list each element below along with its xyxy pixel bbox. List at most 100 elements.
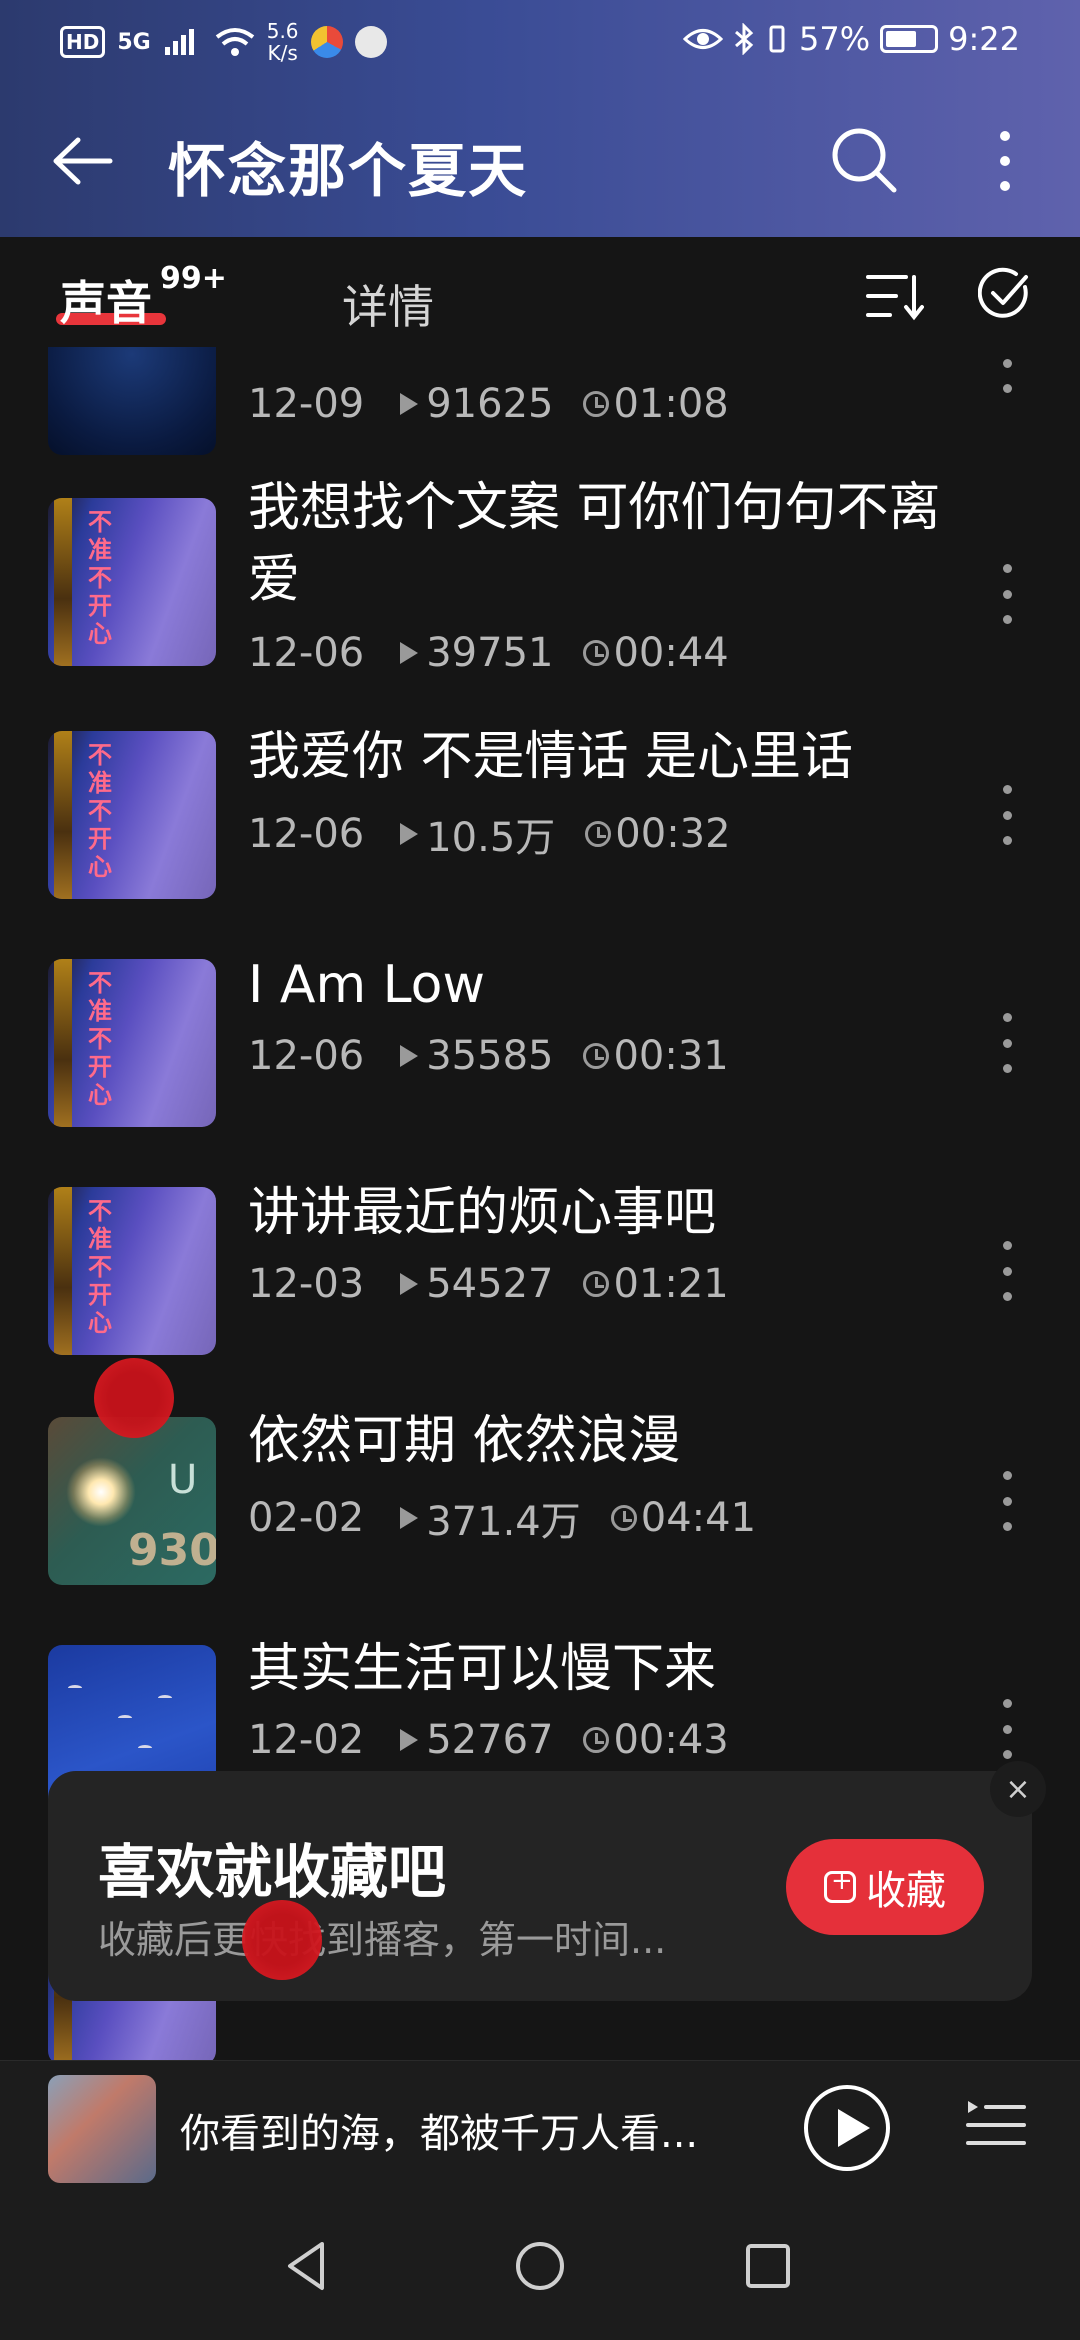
episode-duration: 00:44	[613, 630, 729, 676]
playlist-icon[interactable]	[966, 2095, 1026, 2155]
duration-icon	[583, 1727, 610, 1753]
episode-plays: 52767	[426, 1717, 554, 1763]
episode-meta: 12-06 10.5万 00:32	[248, 805, 731, 863]
page-title: 怀念那个夏天	[168, 137, 529, 205]
episode-meta: 12-03 54527 01:21	[248, 1261, 729, 1307]
list-item[interactable]: 12-09 91625 01:08	[0, 347, 1080, 457]
item-more-icon[interactable]	[996, 1699, 1018, 1759]
episode-cover: U 930	[48, 1417, 216, 1585]
promo-subtitle: 收藏后更快找到播客，第一时间...	[98, 1918, 667, 1962]
favorite-add-icon	[824, 1866, 856, 1903]
favorite-button-label: 收藏	[866, 1868, 946, 1914]
hd-indicator: HD	[60, 26, 106, 58]
episode-cover: 不准不开心	[48, 959, 216, 1127]
back-arrow-icon[interactable]	[48, 126, 118, 196]
episode-meta: 12-06 35585 00:31	[248, 1033, 729, 1079]
item-more-icon[interactable]	[996, 564, 1018, 624]
ball-app-icon	[354, 26, 387, 58]
episode-date: 12-03	[248, 1261, 365, 1307]
now-playing-title: 你看到的海，都被千万人看...	[180, 2111, 699, 2157]
episode-plays: 10.5万	[426, 815, 556, 861]
episode-duration: 00:31	[613, 1033, 729, 1079]
clock: 9:22	[948, 20, 1020, 58]
episode-title: 讲讲最近的烦心事吧	[248, 1183, 717, 1243]
episode-date: 12-09	[248, 381, 365, 427]
tab-sound[interactable]: 声音 99+	[60, 261, 227, 333]
bluetooth-icon	[735, 23, 754, 55]
system-nav-bar	[0, 2196, 1080, 2340]
episode-meta: 02-02 371.4万 04:41	[248, 1489, 756, 1547]
close-icon[interactable]: ×	[990, 1761, 1046, 1817]
episode-duration: 01:08	[613, 381, 729, 427]
nav-home-icon[interactable]	[510, 2236, 570, 2296]
episode-title: 我想找个文案 可你们句句不离爱	[248, 478, 941, 610]
touch-indicator	[94, 1358, 174, 1438]
duration-icon	[583, 1043, 610, 1069]
episode-title: 其实生活可以慢下来	[248, 1639, 717, 1699]
search-icon[interactable]	[828, 124, 900, 196]
tab-bar: 声音 99+ 详情	[0, 237, 1080, 347]
play-count-icon	[400, 642, 419, 664]
list-item[interactable]: 不准不开心 I Am Low 12-06 35585 00:31	[0, 955, 1080, 1129]
battery-percent: 57%	[799, 20, 871, 58]
signal-icon	[164, 29, 194, 55]
favorite-promo-card: 喜欢就收藏吧 收藏后更快找到播客，第一时间... 收藏	[48, 1771, 1032, 2001]
item-more-icon[interactable]	[996, 1013, 1018, 1073]
tab-detail[interactable]: 详情	[342, 271, 434, 337]
battery-icon	[880, 25, 939, 53]
more-options-icon[interactable]	[990, 126, 1020, 196]
episode-title: 依然可期 依然浪漫	[248, 1411, 681, 1471]
episode-duration: 00:43	[613, 1717, 729, 1763]
eye-comfort-icon	[683, 29, 724, 49]
episode-plays: 35585	[426, 1033, 554, 1079]
episode-plays: 54527	[426, 1261, 554, 1307]
episode-title: 我爱你 不是情话 是心里话	[248, 727, 854, 787]
list-item[interactable]: U 930 依然可期 依然浪漫 02-02 371.4万 04:41	[0, 1411, 1080, 1587]
nav-back-icon[interactable]	[278, 2236, 338, 2296]
episode-cover: 不准不开心	[48, 498, 216, 666]
episode-plays: 371.4万	[426, 1499, 581, 1545]
vibrate-icon	[769, 25, 785, 53]
play-count-icon	[400, 823, 419, 845]
mini-player[interactable]: 你看到的海，都被千万人看...	[0, 2060, 1080, 2196]
episode-title: I Am Low	[248, 955, 486, 1015]
episode-date: 12-06	[248, 1033, 365, 1079]
episode-cover: 不准不开心	[48, 1187, 216, 1355]
touch-indicator	[242, 1900, 322, 1980]
favorite-button[interactable]: 收藏	[786, 1839, 984, 1935]
episode-meta: 12-02 52767 00:43	[248, 1717, 729, 1763]
network-speed: 5.6 K/s	[266, 19, 299, 65]
episode-date: 12-06	[248, 811, 365, 857]
duration-icon	[583, 640, 610, 666]
item-more-icon[interactable]	[996, 1241, 1018, 1301]
episode-duration: 00:32	[615, 811, 731, 857]
item-more-icon[interactable]	[996, 347, 1018, 393]
multi-select-icon[interactable]	[978, 267, 1032, 321]
episode-date: 12-06	[248, 630, 365, 676]
episode-cover: 不准不开心	[48, 731, 216, 899]
header-bar: HD 5G 5.6 K/s 57% 9:22 怀念那个夏天	[0, 0, 1080, 237]
episode-duration: 04:41	[640, 1495, 757, 1541]
episode-meta: 12-09 91625 01:08	[248, 381, 729, 427]
play-count-icon	[400, 1507, 419, 1529]
list-item[interactable]: 不准不开心 我爱你 不是情话 是心里话 12-06 10.5万 00:32	[0, 727, 1080, 901]
wifi-icon	[215, 28, 254, 56]
play-count-icon	[400, 1045, 419, 1067]
network-type: 5G	[117, 29, 151, 55]
list-item[interactable]: 不准不开心 讲讲最近的烦心事吧 12-03 54527 01:21	[0, 1183, 1080, 1357]
sort-icon[interactable]	[866, 271, 924, 321]
episode-date: 12-02	[248, 1717, 365, 1763]
list-item[interactable]	[0, 1897, 1080, 2060]
episode-duration: 01:21	[613, 1261, 729, 1307]
list-item[interactable]: 不准不开心 我想找个文案 可你们句句不离爱 12-06 39751 00:44	[0, 478, 1080, 698]
sound-count-badge: 99+	[160, 261, 227, 296]
episode-plays: 39751	[426, 630, 554, 676]
duration-icon	[585, 821, 612, 847]
tab-sound-label: 声音	[60, 276, 152, 330]
play-button[interactable]	[804, 2085, 890, 2171]
nav-recents-icon[interactable]	[738, 2236, 798, 2296]
title-bar: 怀念那个夏天	[0, 100, 1080, 220]
browser-app-icon	[310, 26, 343, 58]
item-more-icon[interactable]	[996, 785, 1018, 845]
item-more-icon[interactable]	[996, 1471, 1018, 1531]
